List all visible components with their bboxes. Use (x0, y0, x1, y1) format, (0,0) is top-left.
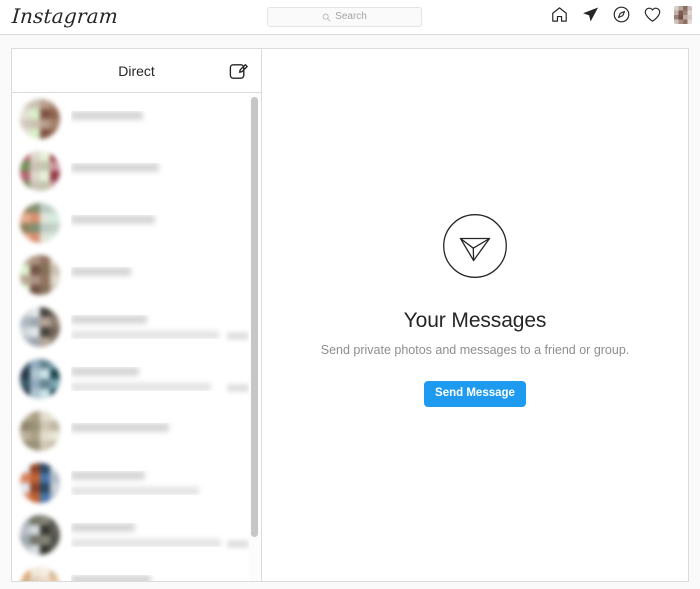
thread-avatar (20, 307, 60, 347)
compose-new-message-icon[interactable] (228, 60, 250, 82)
thread-avatar (20, 463, 60, 503)
paper-plane-circle-icon (443, 214, 507, 279)
thread-text-redacted (71, 423, 251, 439)
thread-text-redacted (71, 575, 251, 581)
thread-list-item[interactable] (12, 509, 261, 561)
thread-username-redacted (71, 423, 169, 432)
thread-username-redacted (71, 367, 139, 376)
thread-avatar (20, 99, 60, 139)
thread-avatar (20, 359, 60, 399)
thread-timestamp-redacted (227, 332, 249, 340)
thread-timestamp-redacted (227, 540, 249, 548)
thread-text-redacted (71, 315, 251, 339)
thread-list-item[interactable] (12, 145, 261, 197)
thread-text-redacted (71, 267, 251, 283)
search-icon (322, 13, 331, 21)
direct-paper-plane-icon[interactable] (581, 5, 600, 24)
thread-text-redacted (71, 215, 251, 231)
thread-list-item[interactable] (12, 93, 261, 145)
thread-text-redacted (71, 471, 251, 495)
thread-avatar (20, 515, 60, 555)
empty-state-subtitle: Send private photos and messages to a fr… (320, 343, 630, 358)
nav-icon-group (550, 5, 692, 24)
home-icon[interactable] (550, 5, 569, 24)
thread-list-item[interactable] (12, 197, 261, 249)
direct-messages-card: Direct Your Messages Send private photos… (11, 48, 689, 582)
thread-list-item[interactable] (12, 405, 261, 457)
thread-list-scrollbar[interactable] (249, 93, 260, 581)
thread-list[interactable] (12, 93, 261, 581)
thread-text-redacted (71, 367, 251, 391)
thread-text-redacted (71, 111, 251, 127)
thread-list-item[interactable] (12, 353, 261, 405)
thread-avatar (20, 151, 60, 191)
thread-avatar (20, 203, 60, 243)
thread-username-redacted (71, 471, 145, 480)
thread-username-redacted (71, 267, 131, 276)
search-input[interactable]: Search (267, 7, 422, 27)
thread-preview-redacted (71, 487, 199, 495)
thread-text-redacted (71, 163, 251, 179)
thread-timestamp-redacted (227, 384, 249, 392)
thread-username-redacted (71, 523, 135, 532)
direct-thread-panel: Direct (12, 49, 262, 581)
thread-list-item[interactable] (12, 457, 261, 509)
direct-title: Direct (118, 62, 155, 79)
empty-conversation-panel: Your Messages Send private photos and me… (262, 49, 688, 581)
thread-text-redacted (71, 523, 251, 547)
send-message-button[interactable]: Send Message (424, 381, 526, 407)
search-placeholder: Search (335, 11, 367, 22)
thread-username-redacted (71, 215, 155, 224)
instagram-logo[interactable]: Instagram (11, 4, 119, 28)
explore-compass-icon[interactable] (612, 5, 631, 24)
thread-preview-redacted (71, 331, 219, 339)
thread-list-item[interactable] (12, 301, 261, 353)
thread-avatar (20, 255, 60, 295)
thread-username-redacted (71, 315, 147, 324)
thread-list-item[interactable] (12, 561, 261, 581)
profile-avatar[interactable] (674, 5, 692, 24)
scrollbar-thumb[interactable] (251, 97, 258, 537)
empty-state-title: Your Messages (403, 309, 547, 333)
thread-preview-redacted (71, 539, 221, 547)
activity-heart-icon[interactable] (643, 5, 662, 24)
thread-username-redacted (71, 575, 151, 581)
thread-avatar (20, 411, 60, 451)
thread-avatar (20, 567, 60, 581)
thread-username-redacted (71, 111, 143, 120)
top-navigation-bar: Instagram Search (0, 0, 700, 35)
thread-list-item[interactable] (12, 249, 261, 301)
thread-preview-redacted (71, 383, 211, 391)
direct-panel-header: Direct (12, 49, 261, 93)
thread-username-redacted (71, 163, 159, 172)
